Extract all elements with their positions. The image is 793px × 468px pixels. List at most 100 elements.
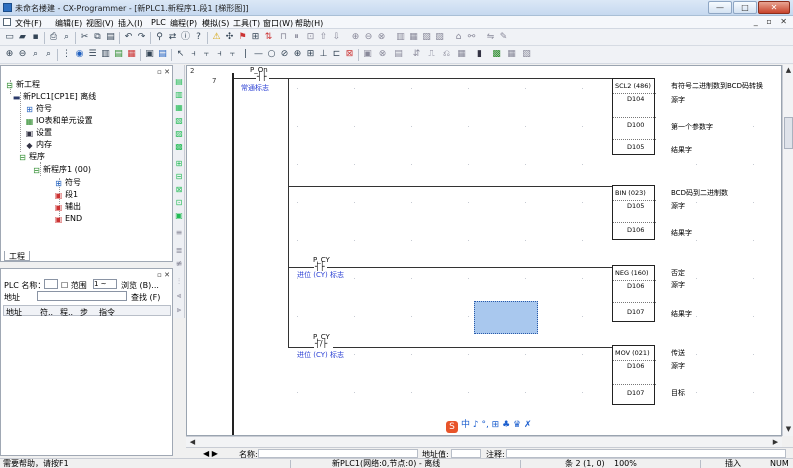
instruction-block[interactable]: SCL2 (486) D104 D100 D105 [612,78,656,155]
signal-icon[interactable]: ⇋ [485,32,496,43]
transfer-icon[interactable]: ⇅ [263,32,274,43]
new-or-closed-contact-icon[interactable]: ⫟ [227,49,238,60]
close-button[interactable]: ✕ [758,1,790,14]
ladder-icon[interactable]: ▤ [174,77,184,87]
scroll-up-icon[interactable]: ▲ [784,66,793,75]
grid-icon[interactable]: ▦ [408,32,419,43]
table-icon[interactable]: ▧ [421,32,432,43]
panel-pin-close-icon[interactable]: ▫ ✕ [157,68,170,76]
address-input[interactable] [37,291,127,301]
menu-help[interactable]: 帮助(H) [295,18,323,29]
menu-program[interactable]: 编程(P) [170,18,197,29]
document-icon[interactable] [3,18,11,26]
io-comment-icon[interactable]: ▦ [456,49,467,60]
tree-item-symbols[interactable]: ⊞ 符号 [25,104,52,114]
col-address[interactable]: 地址 [6,307,22,318]
output-icon[interactable]: ▨ [174,129,184,139]
set-value-icon[interactable]: ▥ [395,32,406,43]
zoom-out-icon[interactable]: ⊖ [17,49,28,60]
ladder-diagram-area[interactable]: 2 7 P_On ┤├ 常通标志 P_CY ┤├ 进位 (CY) 标志 P_CY… [186,65,782,436]
graph-icon[interactable]: ▨ [434,32,445,43]
tree-item-new-program[interactable]: ⊟ 新程序1 (00) [32,165,91,175]
scroll-down-icon[interactable]: ▼ [784,425,793,434]
watch-window-icon[interactable]: ▣ [144,49,155,60]
time-chart-icon[interactable]: ⎌ [441,49,452,60]
minimize-button[interactable]: — [708,1,732,14]
force-off-icon[interactable]: ⊖ [363,32,374,43]
edit-online-icon[interactable]: ✎ [498,32,509,43]
redo-icon[interactable]: ↷ [136,32,147,43]
comment-field[interactable] [506,449,786,458]
new-icon[interactable]: ▭ [4,32,15,43]
monitor-toggle-icon[interactable]: ▤ [393,49,404,60]
data-trace-icon[interactable]: ⎍ [426,49,437,60]
function-block-icon[interactable]: ≡ [174,228,184,238]
form-view-icon[interactable]: ▧ [521,49,532,60]
tree-item-program-symbols[interactable]: ⊞ 符号 [54,178,81,188]
compare-block-icon[interactable]: ⊠ [174,185,184,195]
horizontal-scrollbar[interactable]: ◀ ▶ [186,436,782,447]
copy-icon[interactable]: ⧉ [92,32,103,43]
jump-icon[interactable]: ≢ [174,259,184,269]
new-function-block-icon[interactable]: ⊥ [318,49,329,60]
save-icon[interactable]: ▪ [30,32,41,43]
step-icon[interactable]: ≣ [174,246,184,256]
grid-toggle-icon[interactable]: ⋮ [61,49,72,60]
symbol-table-icon[interactable]: ▦ [174,103,184,113]
find-icon[interactable]: ⚲ [154,32,165,43]
panel-pin-close-icon[interactable]: ▫ ✕ [157,271,170,279]
output-window-icon[interactable]: ▦ [126,49,137,60]
vertical-scrollbar[interactable]: ▲ ▼ [782,65,793,436]
mnemonic-icon[interactable]: ▥ [174,90,184,100]
tree-item-end[interactable]: ▣ END [54,214,82,224]
replace-icon[interactable]: ⇄ [167,32,178,43]
instruction-block[interactable]: BIN (023) D105 D106 [612,185,656,240]
maximize-button[interactable]: □ [733,1,757,14]
info-nav-icons[interactable]: ◀ ▶ [203,449,218,458]
download-icon[interactable]: ⇩ [331,32,342,43]
watch-icon[interactable]: ▧ [174,116,184,126]
comm-icon[interactable]: ⌂ [453,32,464,43]
timer-icon[interactable]: ⊞ [174,159,184,169]
tree-item-io-table[interactable]: ▦ IO表和单元设置 [25,116,93,126]
title-bar[interactable]: 未命名楼建 - CX-Programmer - [新PLC1.新程序1.段1 [… [0,0,793,16]
new-pnp-contact-icon[interactable]: ⊕ [292,49,303,60]
project-window-icon[interactable]: ▤ [113,49,124,60]
scroll-right-icon[interactable]: ▶ [771,438,780,447]
scroll-thumb[interactable] [784,117,793,149]
mdi-window-buttons[interactable]: _ ▫ ✕ [754,17,790,26]
address-value-field[interactable] [451,449,481,458]
tree-item-aux-output[interactable]: ▣ 辅出 [54,202,81,212]
properties-icon[interactable]: ⓘ [180,32,191,43]
menu-window[interactable]: 窗口(W) [263,18,293,29]
ime-toolbar[interactable]: S中 ♪ °, ⊞ ♣ ♛ ✗ [446,417,556,433]
delete-rung-icon[interactable]: ⊠ [344,49,355,60]
address-reference-icon[interactable]: ▤ [157,49,168,60]
network-icon[interactable]: ✣ [224,32,235,43]
selected-cell[interactable] [474,301,538,334]
open-icon[interactable]: ▰ [17,32,28,43]
cut-icon[interactable]: ✂ [79,32,90,43]
help-icon[interactable]: ? [193,32,204,43]
select-mode-icon[interactable]: ↖ [175,49,186,60]
new-instruction-icon[interactable]: ⊞ [305,49,316,60]
instruction-block[interactable]: MOV (021) D106 D107 [612,345,656,405]
subroutine-icon[interactable]: ⫷ [174,291,184,301]
tree-item-memory[interactable]: ◆ 内存 [25,140,52,150]
name-field[interactable] [258,449,418,458]
run-mode-icon[interactable]: ⊓ [278,32,289,43]
tree-item-section-1[interactable]: ▣ 段1 [54,190,78,200]
menu-file[interactable]: 文件(F) [15,18,42,29]
new-or-contact-icon[interactable]: ⫞ [214,49,225,60]
no-contact[interactable]: ┤├ [257,72,267,81]
print-preview-icon[interactable]: ⌕ [61,32,72,43]
show-comments-icon[interactable]: ◉ [74,49,85,60]
nc-contact[interactable]: ┤/├ [315,339,327,348]
zoom-in-icon[interactable]: ⊕ [4,49,15,60]
paste-icon[interactable]: ▤ [105,32,116,43]
table-view-icon[interactable]: ▦ [506,49,517,60]
online-icon[interactable]: ⚑ [237,32,248,43]
counter-icon[interactable]: ⊟ [174,172,184,182]
online-edit-cancel-icon[interactable]: ⊗ [377,49,388,60]
move-block-icon[interactable]: ⊡ [174,198,184,208]
